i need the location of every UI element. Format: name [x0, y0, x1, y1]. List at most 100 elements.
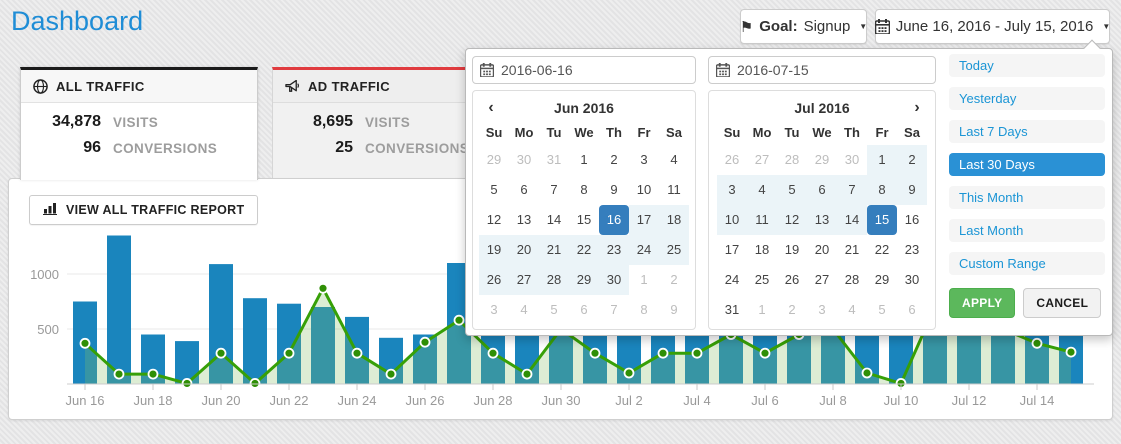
cancel-button[interactable]: CANCEL: [1023, 288, 1101, 318]
day-cell[interactable]: 17: [629, 205, 659, 235]
day-cell[interactable]: 4: [659, 145, 689, 175]
chart-point[interactable]: [353, 349, 362, 358]
day-cell[interactable]: 26: [777, 265, 807, 295]
chart-point[interactable]: [1067, 348, 1076, 357]
all-traffic-tab[interactable]: ALL TRAFFIC 34,878 VISITS 96 CONVERSIONS: [20, 67, 258, 180]
day-cell[interactable]: 7: [539, 175, 569, 205]
chart-point[interactable]: [523, 370, 532, 379]
day-cell[interactable]: 2: [599, 145, 629, 175]
range-item-last-month[interactable]: Last Month: [949, 219, 1105, 242]
prev-month-button[interactable]: ‹: [479, 99, 503, 117]
chart-point[interactable]: [591, 349, 600, 358]
chart-point[interactable]: [149, 370, 158, 379]
next-month-button[interactable]: ›: [905, 99, 929, 117]
day-cell[interactable]: 13: [509, 205, 539, 235]
chart-bar[interactable]: [107, 236, 131, 385]
chart-point[interactable]: [659, 349, 668, 358]
day-cell[interactable]: 6: [509, 175, 539, 205]
day-cell[interactable]: 25: [659, 235, 689, 265]
day-cell[interactable]: 27: [807, 265, 837, 295]
day-cell[interactable]: 12: [777, 205, 807, 235]
day-cell[interactable]: 16: [897, 205, 927, 235]
day-cell[interactable]: 31: [539, 145, 569, 175]
day-cell[interactable]: 30: [509, 145, 539, 175]
day-cell[interactable]: 22: [569, 235, 599, 265]
day-cell[interactable]: 3: [717, 175, 747, 205]
range-item-today[interactable]: Today: [949, 54, 1105, 77]
day-cell-selected[interactable]: 16: [599, 205, 629, 235]
day-cell[interactable]: 9: [599, 175, 629, 205]
day-cell[interactable]: 11: [659, 175, 689, 205]
day-cell[interactable]: 7: [599, 295, 629, 325]
day-cell[interactable]: 28: [539, 265, 569, 295]
day-cell[interactable]: 4: [747, 175, 777, 205]
day-cell[interactable]: 5: [777, 175, 807, 205]
chart-point[interactable]: [183, 379, 192, 388]
day-cell[interactable]: 11: [747, 205, 777, 235]
day-cell[interactable]: 24: [717, 265, 747, 295]
date-range-button[interactable]: June 16, 2016 - July 15, 2016 ▼: [875, 9, 1110, 44]
day-cell[interactable]: 21: [837, 235, 867, 265]
day-cell[interactable]: 5: [539, 295, 569, 325]
day-cell[interactable]: 19: [777, 235, 807, 265]
chart-point[interactable]: [693, 349, 702, 358]
chart-point[interactable]: [455, 316, 464, 325]
day-cell[interactable]: 12: [479, 205, 509, 235]
day-cell[interactable]: 18: [747, 235, 777, 265]
day-cell[interactable]: 4: [837, 295, 867, 325]
day-cell[interactable]: 6: [897, 295, 927, 325]
day-cell[interactable]: 2: [777, 295, 807, 325]
day-cell[interactable]: 5: [867, 295, 897, 325]
day-cell[interactable]: 14: [837, 205, 867, 235]
day-cell[interactable]: 22: [867, 235, 897, 265]
day-cell[interactable]: 1: [867, 145, 897, 175]
chart-point[interactable]: [217, 349, 226, 358]
chart-point[interactable]: [387, 370, 396, 379]
day-cell[interactable]: 8: [569, 175, 599, 205]
day-cell[interactable]: 4: [509, 295, 539, 325]
day-cell[interactable]: 9: [659, 295, 689, 325]
range-item-yesterday[interactable]: Yesterday: [949, 87, 1105, 110]
day-cell[interactable]: 28: [837, 265, 867, 295]
day-cell[interactable]: 26: [479, 265, 509, 295]
day-cell[interactable]: 7: [837, 175, 867, 205]
day-cell[interactable]: 8: [867, 175, 897, 205]
day-cell[interactable]: 1: [629, 265, 659, 295]
day-cell[interactable]: 29: [479, 145, 509, 175]
day-cell[interactable]: 9: [897, 175, 927, 205]
day-cell[interactable]: 5: [479, 175, 509, 205]
view-all-traffic-report-button[interactable]: VIEW ALL TRAFFIC REPORT: [29, 195, 258, 225]
day-cell[interactable]: 26: [717, 145, 747, 175]
day-cell[interactable]: 13: [807, 205, 837, 235]
chart-point[interactable]: [319, 284, 328, 293]
day-cell[interactable]: 17: [717, 235, 747, 265]
chart-point[interactable]: [761, 349, 770, 358]
day-cell[interactable]: 10: [629, 175, 659, 205]
day-cell[interactable]: 30: [897, 265, 927, 295]
chart-point[interactable]: [251, 379, 260, 388]
day-cell-selected[interactable]: 15: [867, 205, 897, 235]
start-date-input[interactable]: [472, 56, 696, 84]
chart-point[interactable]: [115, 370, 124, 379]
chart-point[interactable]: [1033, 339, 1042, 348]
chart-point[interactable]: [863, 369, 872, 378]
day-cell[interactable]: 20: [807, 235, 837, 265]
day-cell[interactable]: 6: [807, 175, 837, 205]
day-cell[interactable]: 27: [509, 265, 539, 295]
chart-bar[interactable]: [243, 298, 267, 384]
day-cell[interactable]: 3: [629, 145, 659, 175]
day-cell[interactable]: 29: [807, 145, 837, 175]
day-cell[interactable]: 29: [867, 265, 897, 295]
range-item-custom-range[interactable]: Custom Range: [949, 252, 1105, 275]
day-cell[interactable]: 21: [539, 235, 569, 265]
range-item-last-30-days[interactable]: Last 30 Days: [949, 153, 1105, 176]
day-cell[interactable]: 20: [509, 235, 539, 265]
end-date-input[interactable]: [708, 56, 936, 84]
range-item-this-month[interactable]: This Month: [949, 186, 1105, 209]
day-cell[interactable]: 1: [569, 145, 599, 175]
day-cell[interactable]: 3: [807, 295, 837, 325]
day-cell[interactable]: 31: [717, 295, 747, 325]
day-cell[interactable]: 8: [629, 295, 659, 325]
day-cell[interactable]: 19: [479, 235, 509, 265]
day-cell[interactable]: 23: [897, 235, 927, 265]
